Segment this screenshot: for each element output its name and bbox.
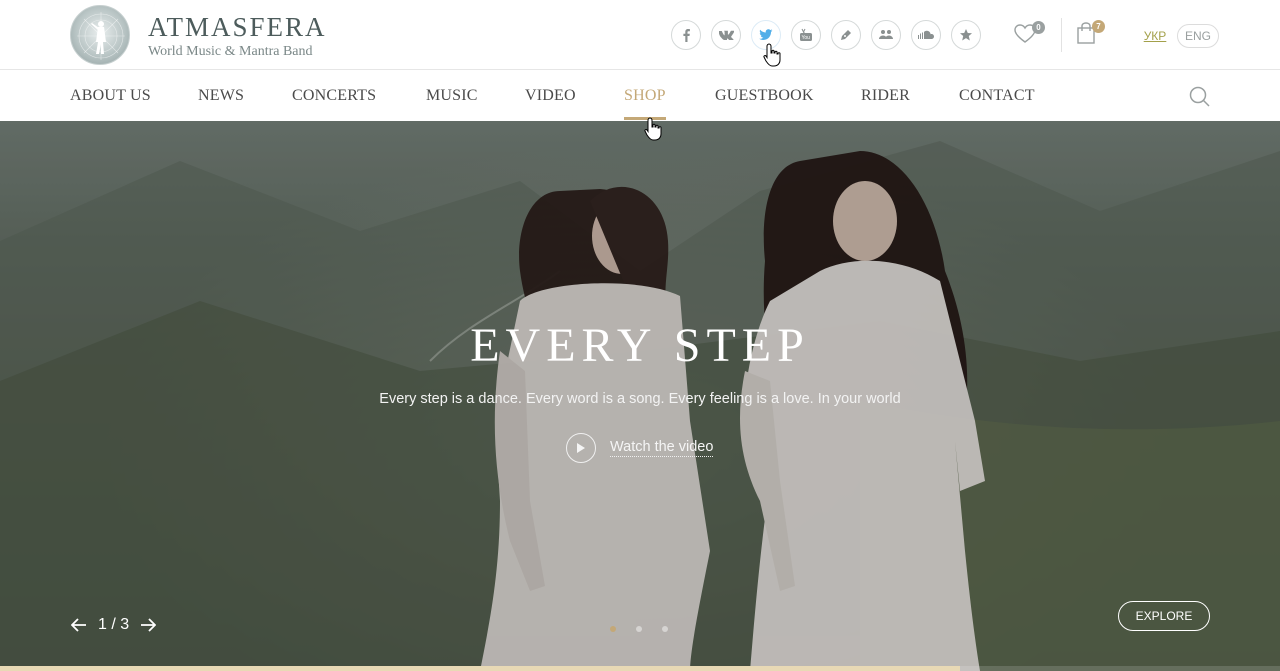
hero-slider: EVERY STEP Every step is a dance. Every … <box>0 121 1280 671</box>
main-nav: ABOUT US NEWS CONCERTS MUSIC VIDEO SHOP … <box>0 71 1280 121</box>
nav-music[interactable]: MUSIC <box>426 87 478 105</box>
slide-dots <box>610 626 668 632</box>
hero-title: EVERY STEP <box>470 319 810 372</box>
hand-cursor-icon <box>763 43 781 67</box>
slide-counter: 1 / 3 <box>70 615 157 635</box>
brand-subtitle: World Music & Mantra Band <box>148 44 313 59</box>
nav-about-us[interactable]: ABOUT US <box>70 87 151 105</box>
next-slide-button[interactable] <box>139 616 157 634</box>
header-divider <box>1061 18 1062 52</box>
slide-dot-2[interactable] <box>636 626 642 632</box>
nav-shop[interactable]: SHOP <box>624 87 666 105</box>
search-button[interactable] <box>1188 85 1212 109</box>
svg-text:You: You <box>802 35 811 41</box>
watch-video-label: Watch the video <box>610 439 714 457</box>
language-ukr[interactable]: УКР <box>1137 24 1173 48</box>
wishlist-button[interactable]: 0 <box>1014 21 1045 46</box>
slide-progress-bar <box>0 666 1280 671</box>
social-links: You <box>671 20 981 50</box>
logo-figure-icon <box>77 12 125 60</box>
site-header: ATMASFERA World Music & Mantra Band You … <box>0 0 1280 70</box>
nav-video[interactable]: VIDEO <box>525 87 576 105</box>
vk-icon[interactable] <box>711 20 741 50</box>
nav-concerts[interactable]: CONCERTS <box>292 87 376 105</box>
pen-icon[interactable] <box>831 20 861 50</box>
arrow-right-icon <box>141 618 157 632</box>
nav-news[interactable]: NEWS <box>198 87 244 105</box>
facebook-icon[interactable] <box>671 20 701 50</box>
logo[interactable] <box>70 5 130 65</box>
language-eng[interactable]: ENG <box>1177 24 1219 48</box>
play-icon <box>566 433 596 463</box>
cart-count-badge: 7 <box>1092 20 1105 33</box>
brand-title[interactable]: ATMASFERA <box>148 12 327 43</box>
hero-subtitle: Every step is a dance. Every word is a s… <box>379 391 901 407</box>
star-icon[interactable] <box>951 20 981 50</box>
nav-rider[interactable]: RIDER <box>861 87 910 105</box>
search-icon <box>1189 86 1210 107</box>
arrow-left-icon <box>71 618 86 632</box>
slide-dot-1[interactable] <box>610 626 616 632</box>
wishlist-count-badge: 0 <box>1032 21 1045 34</box>
nav-guestbook[interactable]: GUESTBOOK <box>715 87 814 105</box>
prev-slide-button[interactable] <box>70 616 88 634</box>
nav-contact[interactable]: CONTACT <box>959 87 1035 105</box>
explore-button[interactable]: EXPLORE <box>1118 601 1210 631</box>
community-icon[interactable] <box>871 20 901 50</box>
watch-video-button[interactable]: Watch the video <box>566 433 714 463</box>
cart-button[interactable]: 7 <box>1076 20 1105 46</box>
slide-counter-text: 1 / 3 <box>98 616 130 633</box>
soundcloud-icon[interactable] <box>911 20 941 50</box>
slide-progress-fill <box>0 666 960 671</box>
youtube-icon[interactable]: You <box>791 20 821 50</box>
slide-dot-3[interactable] <box>662 626 668 632</box>
hand-cursor-icon <box>644 117 662 141</box>
